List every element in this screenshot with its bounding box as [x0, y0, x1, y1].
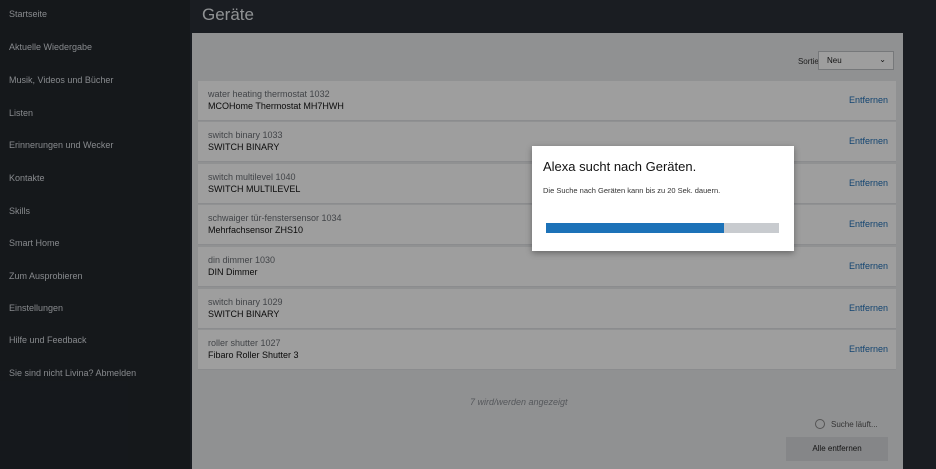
dialog-message: Die Suche nach Geräten kann bis zu 20 Se… — [543, 186, 721, 195]
discovery-dialog: Alexa sucht nach Geräten. Die Suche nach… — [532, 146, 794, 251]
app-window: Startseite Aktuelle Wiedergabe Musik, Vi… — [0, 0, 936, 469]
progress-bar — [546, 223, 779, 233]
progress-bar-fill — [546, 223, 725, 233]
dialog-title: Alexa sucht nach Geräten. — [543, 159, 697, 174]
modal-overlay — [0, 0, 936, 469]
